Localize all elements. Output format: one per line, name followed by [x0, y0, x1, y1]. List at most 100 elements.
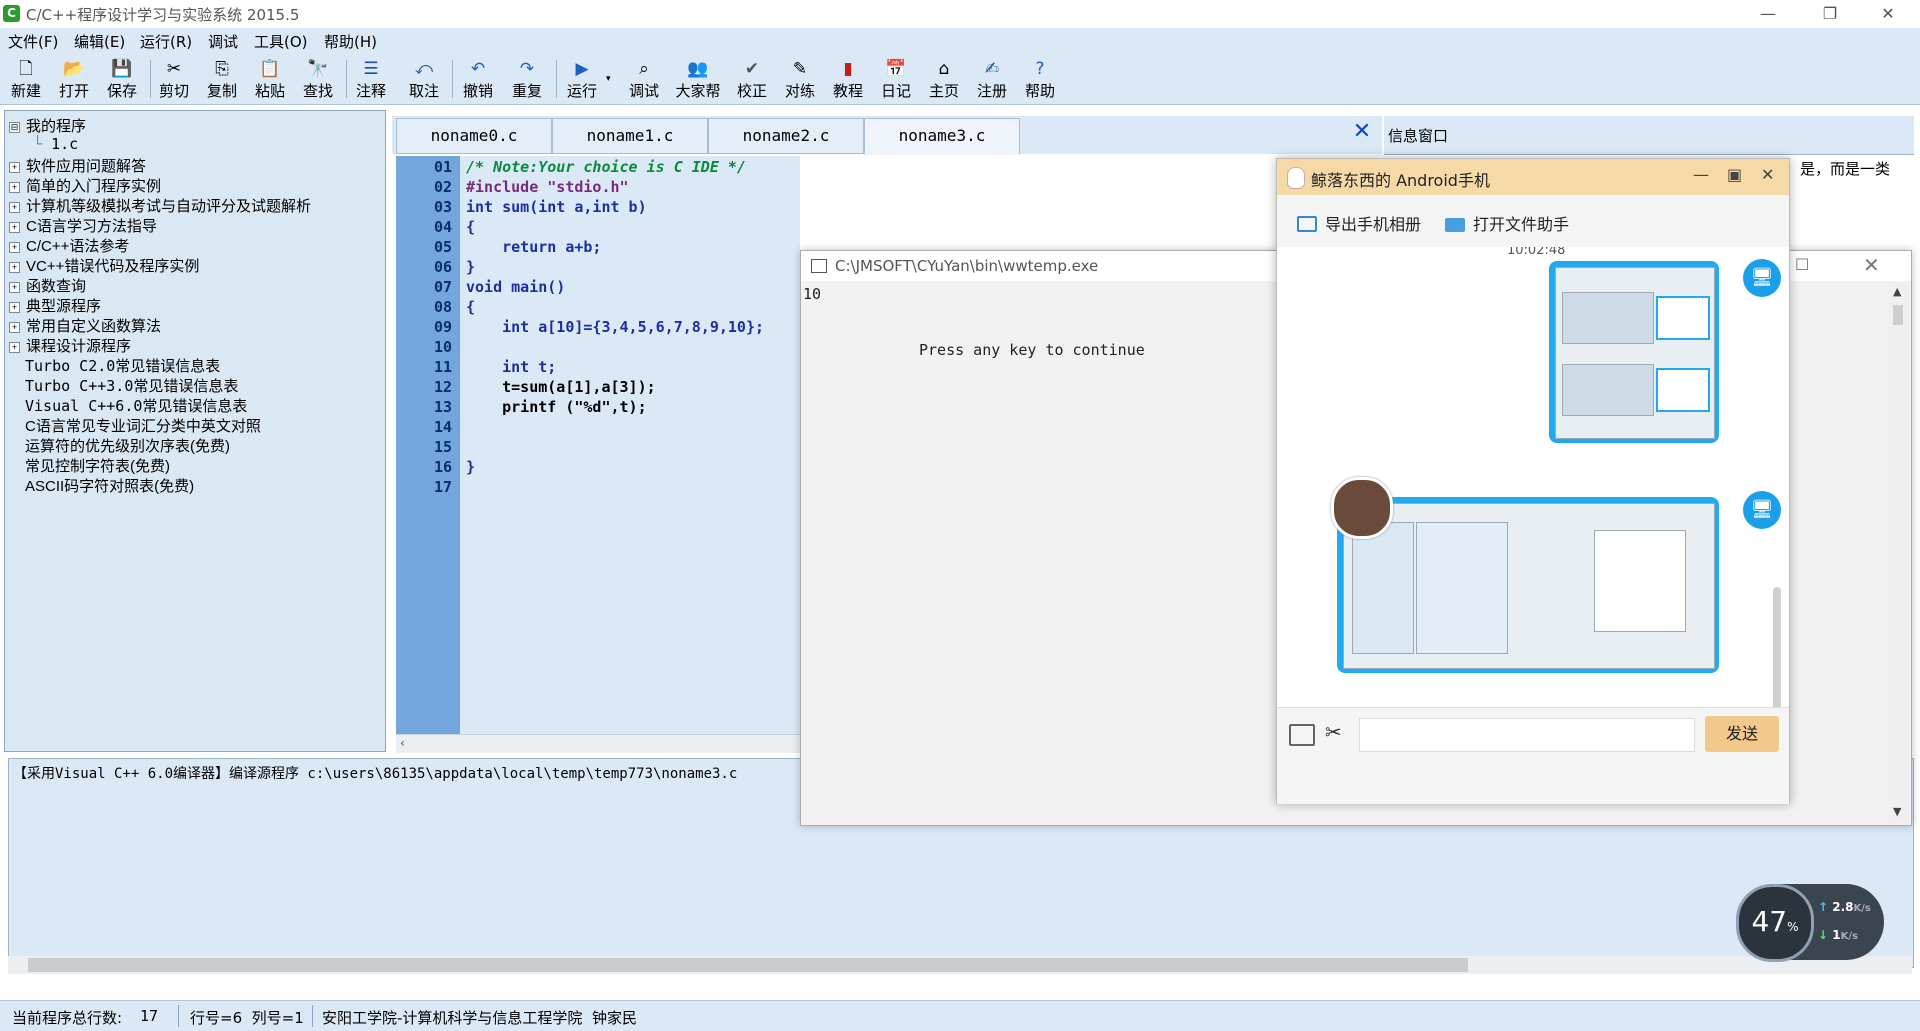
screenshot-scissors-icon[interactable]: ✂ [1325, 720, 1342, 744]
debug-button[interactable]: ⌕ 调试 [622, 56, 666, 102]
editor-horizontal-scrollbar[interactable]: ‹ [396, 734, 802, 753]
comment-button[interactable]: ☰ 注释 [349, 56, 393, 102]
paste-button[interactable]: 📋 粘贴 [248, 56, 292, 102]
expand-icon[interactable]: + [9, 242, 20, 253]
console-vertical-scrollbar[interactable]: ▲ ▼ [1887, 283, 1909, 823]
memory-usage-circle[interactable]: 47% [1736, 884, 1814, 962]
expand-icon[interactable]: + [9, 342, 20, 353]
code-line[interactable]: int t; [466, 358, 556, 376]
help-button[interactable]: ? 帮助 [1018, 56, 1062, 102]
tree-item[interactable]: + 计算机等级模拟考试与自动评分及试题解析 [9, 195, 311, 215]
minimize-button[interactable]: — [1693, 165, 1709, 184]
code-line[interactable]: t=sum(a[1],a[3]); [466, 378, 656, 396]
close-button[interactable]: ✕ [1863, 253, 1880, 277]
code-editor[interactable]: /* Note:Your choice is C IDE */ #include… [460, 156, 800, 734]
expand-icon[interactable]: + [9, 262, 20, 273]
code-line[interactable]: { [466, 298, 475, 316]
tree-item[interactable]: + 典型源程序 [9, 295, 101, 315]
tree-item[interactable]: + C语言学习方法指导 [9, 215, 157, 235]
tree-item[interactable]: + 课程设计源程序 [9, 335, 131, 355]
minimize-button[interactable]: — [1740, 0, 1796, 28]
code-line[interactable]: return a+b; [466, 238, 601, 256]
save-button[interactable]: 💾 保存 [100, 56, 144, 102]
expand-icon[interactable]: + [9, 302, 20, 313]
tree-item[interactable]: + 软件应用问题解答 [9, 155, 146, 175]
uncomment-button[interactable]: ⤺ 取注 [402, 56, 446, 102]
menu-debug[interactable]: 调试 [208, 31, 238, 52]
close-button[interactable]: ✕ [1860, 0, 1916, 28]
tree-item[interactable]: 运算符的优先级别次序表(免费) [25, 435, 230, 455]
tutorial-button[interactable]: ▮ 教程 [826, 56, 870, 102]
code-line[interactable]: printf ("%d",t); [466, 398, 647, 416]
image-message[interactable] [1337, 497, 1719, 673]
redo-button[interactable]: ↷ 重复 [505, 56, 549, 102]
menu-edit[interactable]: 编辑(E) [74, 31, 125, 52]
tab-noname2[interactable]: noname2.c [708, 118, 864, 154]
scroll-left-icon[interactable]: ‹ [400, 736, 405, 750]
expand-icon[interactable]: + [9, 182, 20, 193]
expand-icon[interactable]: + [9, 222, 20, 233]
expand-icon[interactable]: + [9, 202, 20, 213]
practice-button[interactable]: ✎ 对练 [778, 56, 822, 102]
export-album-button[interactable]: 导出手机相册 [1297, 211, 1421, 235]
tree-item[interactable]: + VC++错误代码及程序实例 [9, 255, 199, 275]
send-file-icon[interactable] [1289, 724, 1315, 746]
tab-noname0[interactable]: noname0.c [396, 118, 552, 154]
menu-tools[interactable]: 工具(O) [254, 31, 308, 52]
open-file-helper-button[interactable]: 打开文件助手 [1445, 211, 1569, 235]
qq-chat-window[interactable]: 鲸落东西的 Android手机 — ▣ ✕ 导出手机相册 打开文件助手 10:0… [1276, 158, 1790, 804]
close-tab-icon[interactable]: ✕ [1350, 118, 1374, 146]
tree-item-file[interactable]: └ 1.c [33, 135, 78, 155]
tree-item[interactable]: Visual C++6.0常见错误信息表 [25, 395, 247, 415]
output-scroll-thumb[interactable] [28, 958, 1468, 972]
expand-icon[interactable]: + [9, 282, 20, 293]
run-dropdown-icon[interactable]: ▾ [606, 74, 611, 84]
code-line[interactable]: /* Note:Your choice is C IDE */ [466, 158, 746, 176]
scroll-down-icon[interactable]: ▼ [1893, 805, 1901, 818]
user-avatar[interactable] [1331, 477, 1393, 539]
home-button[interactable]: ⌂ 主页 [922, 56, 966, 102]
undo-button[interactable]: ↶ 撤销 [456, 56, 500, 102]
tree-item-my-programs[interactable]: ⊟ 我的程序 [9, 115, 86, 135]
menu-run[interactable]: 运行(R) [140, 31, 192, 52]
cut-button[interactable]: ✂ 剪切 [152, 56, 196, 102]
send-button[interactable]: 发送 [1705, 716, 1779, 752]
diary-button[interactable]: 📅 日记 [874, 56, 918, 102]
tree-item[interactable]: Turbo C2.0常见错误信息表 [25, 355, 220, 375]
tree-item[interactable]: + 简单的入门程序实例 [9, 175, 161, 195]
code-line[interactable]: int a[10]={3,4,5,6,7,8,9,10}; [466, 318, 764, 336]
code-line[interactable]: } [466, 258, 475, 276]
qq-title-bar[interactable]: 鲸落东西的 Android手机 — ▣ ✕ [1277, 159, 1789, 195]
menu-help[interactable]: 帮助(H) [324, 31, 377, 52]
tab-noname1[interactable]: noname1.c [552, 118, 708, 154]
new-button[interactable]: 🗋 新建 [4, 56, 48, 102]
chat-scroll-thumb[interactable] [1773, 587, 1781, 707]
tab-noname3[interactable]: noname3.c [864, 118, 1020, 155]
code-line[interactable]: } [466, 458, 475, 476]
check-button[interactable]: ✔ 校正 [730, 56, 774, 102]
code-line[interactable]: { [466, 218, 475, 236]
tree-item[interactable]: ASCII码字符对照表(免费) [25, 475, 194, 495]
expand-icon[interactable]: + [9, 322, 20, 333]
run-button[interactable]: ▶ 运行 [560, 56, 604, 102]
restore-button[interactable]: ❐ [1802, 0, 1858, 28]
tree-item[interactable]: + 常用自定义函数算法 [9, 315, 161, 335]
find-button[interactable]: 🔭 查找 [296, 56, 340, 102]
tree-item[interactable]: 常见控制字符表(免费) [25, 455, 170, 475]
code-line[interactable]: void main() [466, 278, 565, 296]
copy-button[interactable]: ⎘ 复制 [200, 56, 244, 102]
scroll-up-icon[interactable]: ▲ [1893, 285, 1901, 298]
open-button[interactable]: 📂 打开 [52, 56, 96, 102]
community-button[interactable]: 👥 大家帮 [670, 56, 726, 102]
code-line[interactable]: #include "stdio.h" [466, 178, 629, 196]
tree-item[interactable]: + C/C++语法参考 [9, 235, 129, 255]
expand-icon[interactable]: + [9, 162, 20, 173]
close-button[interactable]: ✕ [1761, 165, 1774, 184]
menu-file[interactable]: 文件(F) [8, 31, 58, 52]
tree-item[interactable]: + 函数查询 [9, 275, 86, 295]
message-input[interactable] [1359, 718, 1695, 752]
tree-item[interactable]: C语言常见专业词汇分类中英文对照 [25, 415, 261, 435]
register-button[interactable]: ✍ 注册 [970, 56, 1014, 102]
tree-item[interactable]: Turbo C++3.0常见错误信息表 [25, 375, 238, 395]
maximize-button[interactable]: ▣ [1727, 165, 1742, 184]
